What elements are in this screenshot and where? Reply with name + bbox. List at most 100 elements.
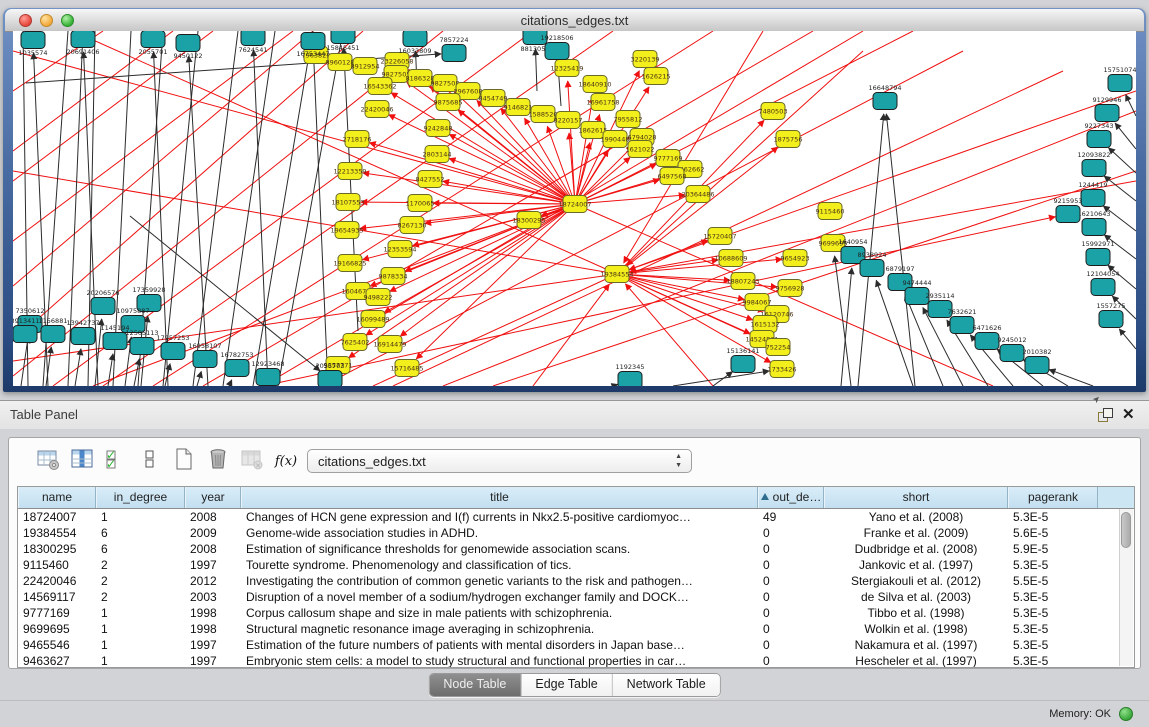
citation-edge[interactable] — [886, 114, 915, 386]
table-row[interactable]: 2242004622012Investigating the contribut… — [18, 573, 1134, 589]
table-row[interactable]: 946554611997Estimation of the future num… — [18, 637, 1134, 653]
network-node[interactable]: 7955812 — [614, 111, 643, 128]
citation-edge[interactable] — [13, 31, 313, 286]
column-header-title[interactable]: title — [241, 487, 758, 508]
network-node[interactable]: 16099489 — [356, 311, 389, 328]
network-node[interactable]: 20691406 — [66, 31, 99, 56]
network-node[interactable]: 16961758 — [586, 94, 619, 111]
network-node[interactable]: 15992971 — [1081, 240, 1114, 266]
table-row[interactable]: 911546021997Tourette syndrome. Phenomeno… — [18, 557, 1134, 573]
citation-edge[interactable] — [254, 50, 268, 386]
citation-edge[interactable] — [617, 240, 708, 274]
column-visibility-button[interactable] — [69, 447, 95, 475]
citation-edge[interactable] — [13, 51, 575, 204]
network-node[interactable]: 9227343 — [1085, 122, 1114, 148]
network-node[interactable]: 16782753 — [220, 351, 253, 377]
citation-edge[interactable] — [1049, 370, 1093, 386]
row-height-button[interactable] — [137, 447, 163, 475]
float-panel-icon[interactable] — [1098, 408, 1113, 422]
citation-edge[interactable] — [13, 31, 363, 341]
column-header-out_degree[interactable]: out_de… — [758, 487, 824, 508]
network-node[interactable]: 10688609 — [714, 250, 747, 267]
citation-edge[interactable] — [433, 203, 575, 204]
network-node[interactable]: 9756928 — [776, 280, 805, 297]
network-node[interactable]: 1733426 — [768, 361, 797, 378]
column-header-pagerank[interactable]: pagerank — [1008, 487, 1098, 508]
network-node[interactable]: 1156881 — [39, 317, 68, 343]
citation-edge[interactable] — [533, 284, 609, 386]
vertical-scrollbar[interactable] — [1119, 509, 1133, 666]
network-node[interactable]: 1170065 — [406, 195, 435, 212]
column-header-short[interactable]: short — [824, 487, 1008, 508]
column-header-year[interactable]: year — [185, 487, 241, 508]
citation-edge[interactable] — [1109, 148, 1136, 173]
network-node[interactable]: 12104054 — [1086, 270, 1119, 296]
network-node[interactable]: 2718176 — [343, 131, 372, 148]
network-node[interactable]: 2055703 — [316, 362, 345, 386]
citation-edge[interactable] — [449, 158, 575, 204]
citation-edge[interactable] — [278, 31, 343, 386]
tab-node-table[interactable]: Node Table — [429, 674, 521, 696]
network-node[interactable]: 12325419 — [550, 60, 583, 77]
network-node[interactable]: 7480503 — [759, 103, 788, 120]
network-node[interactable]: 22420046 — [360, 101, 393, 118]
citation-edge[interactable] — [314, 54, 328, 386]
function-builder-button[interactable]: f(x) — [273, 447, 299, 475]
citation-edge[interactable] — [575, 143, 590, 204]
network-view-window[interactable]: citations_edges.txt 18724007193845541830… — [3, 8, 1146, 392]
network-node[interactable]: 20364486 — [681, 186, 714, 203]
citation-edge[interactable] — [229, 380, 232, 386]
network-node[interactable]: 20206576 — [86, 289, 119, 315]
network-node[interactable]: 9878334 — [379, 268, 408, 285]
network-node[interactable]: 15136141 — [726, 347, 759, 373]
memory-status-indicator[interactable] — [1119, 707, 1133, 721]
network-node[interactable]: 9129946 — [1093, 96, 1122, 122]
citation-edge[interactable] — [189, 56, 208, 386]
network-node[interactable]: 1621022 — [626, 141, 655, 158]
network-node[interactable]: 16543362 — [363, 78, 396, 95]
citation-edge[interactable] — [613, 384, 618, 386]
citation-edge[interactable] — [841, 268, 852, 386]
network-node[interactable]: 12505113 — [125, 329, 158, 355]
delete-column-button[interactable]: ✕ — [239, 447, 265, 475]
network-node[interactable]: 12923468 — [251, 360, 284, 386]
column-header-name[interactable]: name — [18, 487, 96, 508]
network-node[interactable]: 9654923 — [781, 250, 810, 267]
network-node[interactable]: 9115460 — [816, 203, 845, 220]
network-node[interactable]: 1875756 — [774, 131, 803, 148]
network-node[interactable]: 16648794 — [868, 84, 901, 110]
network-node[interactable]: 2803144 — [423, 146, 452, 163]
network-node[interactable]: 3913411 — [13, 317, 39, 343]
citation-edge[interactable] — [75, 349, 81, 386]
citation-edge[interactable] — [629, 91, 1136, 270]
citation-edge[interactable] — [413, 204, 575, 246]
citation-edge[interactable] — [21, 337, 28, 386]
network-node[interactable]: 18107553 — [331, 194, 364, 211]
network-node[interactable]: 15716485 — [390, 360, 423, 377]
network-node[interactable]: 1035574 — [19, 32, 48, 58]
table-row[interactable]: 977716911998Corpus callosum shape and si… — [18, 605, 1134, 621]
citation-edge[interactable] — [400, 204, 575, 336]
citation-edge[interactable] — [197, 371, 201, 386]
network-node[interactable]: 1192345 — [616, 363, 645, 386]
network-node[interactable]: 15845451 — [326, 31, 359, 52]
network-node[interactable]: 8912954 — [351, 58, 380, 75]
network-node[interactable]: 15751074 — [1103, 66, 1136, 92]
table-row[interactable]: 1938455462009Genome-wide association stu… — [18, 525, 1134, 541]
network-node[interactable]: 8427552 — [416, 171, 445, 188]
network-node[interactable]: 13942737 — [66, 319, 99, 345]
network-node[interactable]: 12213359 — [333, 163, 366, 180]
network-node[interactable]: 3220139 — [631, 51, 660, 68]
citation-edge[interactable] — [673, 371, 769, 386]
citation-network-graph[interactable]: 1872400719384554183002957963822896012889… — [13, 31, 1136, 386]
network-node[interactable]: 9450122 — [174, 35, 203, 61]
table-row[interactable]: 1456911722003Disruption of a novel membe… — [18, 589, 1134, 605]
column-header-in_degree[interactable]: in_degree — [96, 487, 185, 508]
citation-edge[interactable] — [1119, 329, 1136, 349]
network-node[interactable]: 752254 — [766, 339, 791, 356]
citation-edge[interactable] — [1115, 123, 1136, 149]
network-window-titlebar[interactable]: citations_edges.txt — [5, 9, 1144, 32]
network-canvas[interactable]: 1872400719384554183002957963822896012889… — [13, 31, 1136, 386]
citation-edge[interactable] — [617, 259, 782, 274]
network-node[interactable]: 16753447 — [296, 33, 329, 59]
